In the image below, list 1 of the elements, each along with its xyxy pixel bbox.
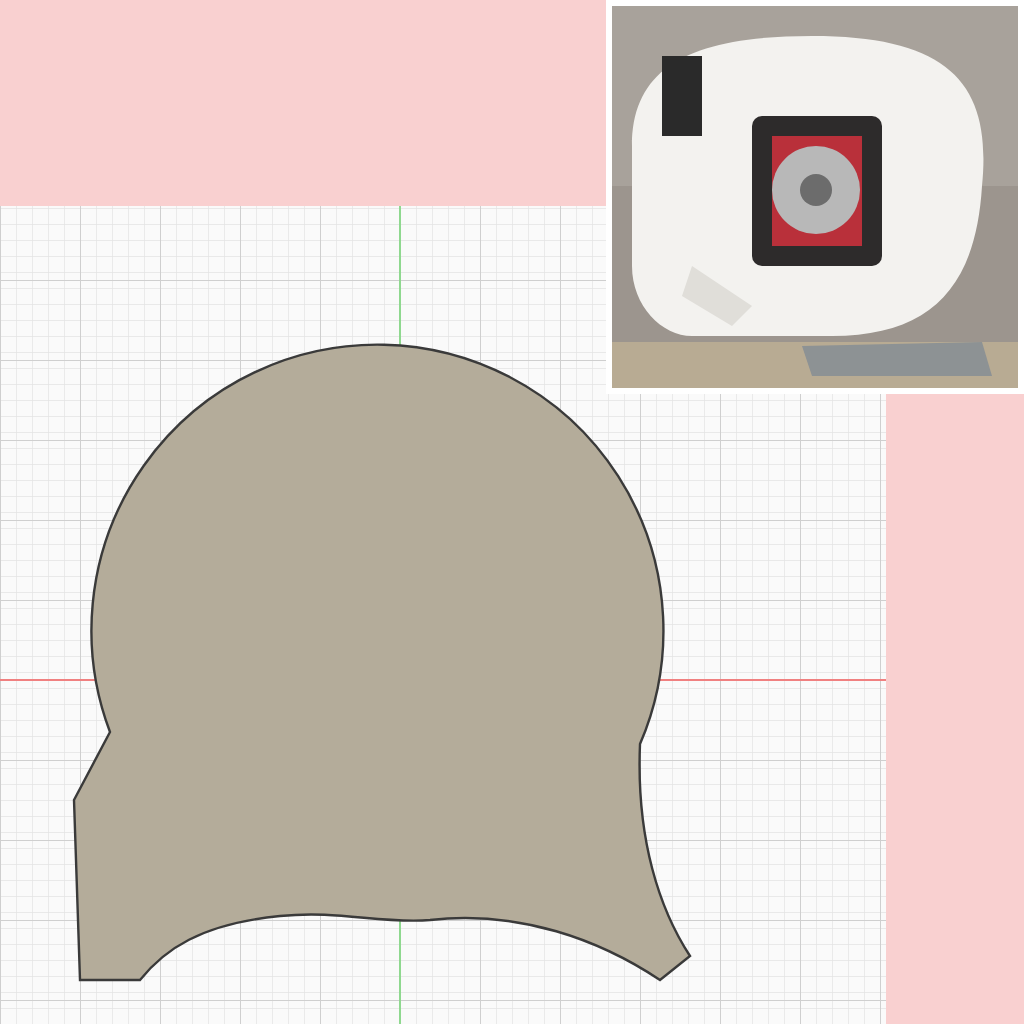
sketch-profile[interactable] bbox=[72, 343, 692, 982]
